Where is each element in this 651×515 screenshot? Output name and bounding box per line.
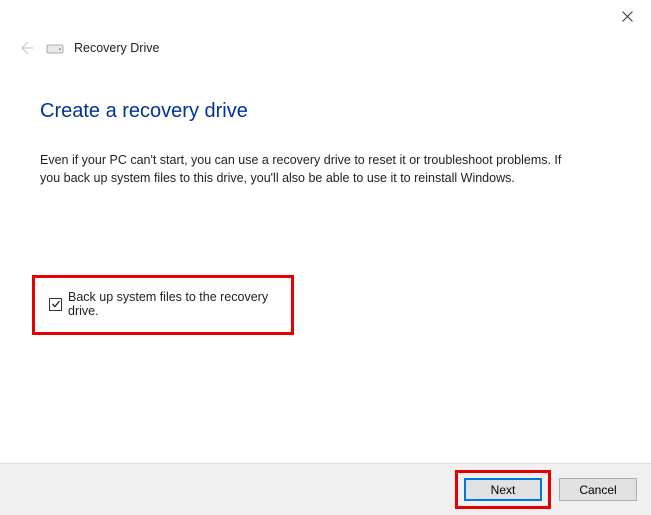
footer-bar: Next Cancel [0,463,651,515]
backup-checkbox-highlight: Back up system files to the recovery dri… [32,275,294,335]
header-title: Recovery Drive [74,41,159,55]
next-button[interactable]: Next [464,478,542,501]
back-arrow-icon [16,38,36,58]
backup-checkbox-row[interactable]: Back up system files to the recovery dri… [49,290,277,318]
checkbox-icon[interactable] [49,298,62,311]
close-icon[interactable] [615,4,639,28]
titlebar [0,0,651,32]
page-heading: Create a recovery drive [40,100,611,123]
content-area: Create a recovery drive Even if your PC … [0,64,651,187]
wizard-header: Recovery Drive [0,32,651,64]
cancel-button[interactable]: Cancel [559,478,637,501]
next-button-highlight: Next [455,470,551,509]
drive-icon [46,42,64,54]
page-description: Even if your PC can't start, you can use… [40,151,570,187]
backup-checkbox-label: Back up system files to the recovery dri… [68,290,277,318]
